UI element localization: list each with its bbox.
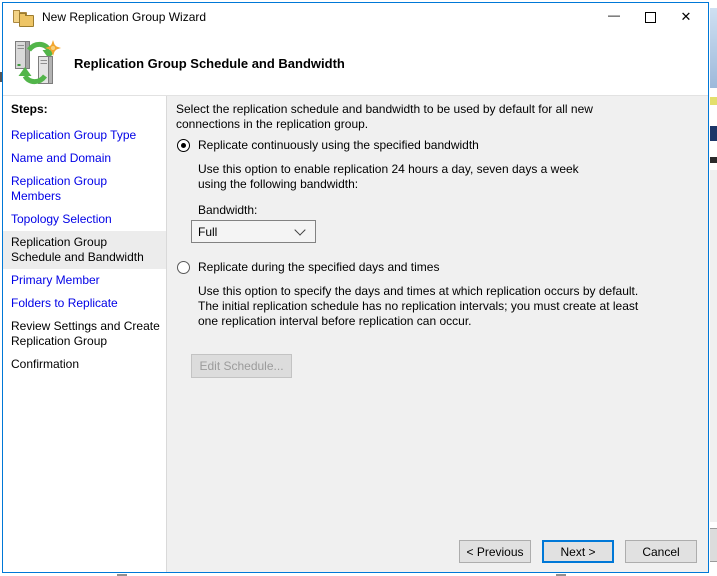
background-fragment	[710, 157, 717, 163]
chevron-down-icon	[294, 224, 305, 235]
radio-option-scheduled[interactable]: Replicate during the specified days and …	[177, 260, 439, 275]
previous-button[interactable]: < Previous	[459, 540, 531, 563]
background-fragment	[710, 8, 717, 88]
sidebar-item-topology-selection[interactable]: Topology Selection	[3, 208, 166, 231]
page-title: Replication Group Schedule and Bandwidth	[74, 56, 345, 71]
sidebar-item-name-and-domain[interactable]: Name and Domain	[3, 147, 166, 170]
background-fragment	[710, 126, 717, 141]
steps-sidebar: Steps: Replication Group Type Name and D…	[3, 96, 167, 572]
maximize-button[interactable]	[632, 4, 668, 30]
radio-continuous-label: Replicate continuously using the specifi…	[198, 138, 479, 153]
bandwidth-label: Bandwidth:	[198, 203, 257, 217]
wizard-header: Replication Group Schedule and Bandwidth	[3, 31, 708, 95]
radio-scheduled[interactable]	[177, 261, 190, 274]
background-fragment	[710, 170, 717, 522]
window-title: New Replication Group Wizard	[42, 10, 596, 24]
wizard-content: Select the replication schedule and band…	[167, 96, 708, 572]
sidebar-item-schedule-and-bandwidth: Replication Group Schedule and Bandwidth	[3, 231, 166, 269]
sidebar-item-replication-group-type[interactable]: Replication Group Type	[3, 124, 166, 147]
radio-continuous[interactable]	[177, 139, 190, 152]
scheduled-description: Use this option to specify the days and …	[198, 284, 650, 329]
title-bar[interactable]: New Replication Group Wizard — ✕	[3, 3, 708, 31]
radio-scheduled-label: Replicate during the specified days and …	[198, 260, 439, 275]
intro-text: Select the replication schedule and band…	[176, 102, 638, 132]
edit-schedule-button[interactable]: Edit Schedule...	[191, 354, 292, 378]
sidebar-item-review-settings: Review Settings and Create Replication G…	[3, 315, 166, 353]
bandwidth-select[interactable]: Full	[191, 220, 316, 243]
radio-option-continuous[interactable]: Replicate continuously using the specifi…	[177, 138, 479, 153]
background-window-sliver	[710, 0, 717, 576]
background-fragment	[710, 97, 717, 105]
minimize-icon: —	[608, 8, 620, 22]
close-icon: ✕	[681, 9, 692, 25]
sidebar-item-replication-group-members[interactable]: Replication Group Members	[3, 170, 166, 208]
bandwidth-selected-value: Full	[198, 225, 296, 239]
close-button[interactable]: ✕	[668, 4, 704, 30]
background-fragment	[710, 528, 717, 562]
sidebar-item-folders-to-replicate[interactable]: Folders to Replicate	[3, 292, 166, 315]
wizard-dialog: New Replication Group Wizard — ✕	[2, 2, 709, 573]
replication-servers-icon	[13, 39, 61, 87]
replication-folders-icon	[13, 9, 34, 26]
next-button[interactable]: Next >	[542, 540, 614, 563]
continuous-description: Use this option to enable replication 24…	[198, 162, 605, 192]
minimize-button[interactable]: —	[596, 4, 632, 30]
sidebar-item-primary-member[interactable]: Primary Member	[3, 269, 166, 292]
maximize-icon	[645, 12, 656, 23]
cancel-button[interactable]: Cancel	[625, 540, 697, 563]
steps-heading: Steps:	[3, 100, 166, 124]
sidebar-item-confirmation: Confirmation	[3, 353, 166, 376]
